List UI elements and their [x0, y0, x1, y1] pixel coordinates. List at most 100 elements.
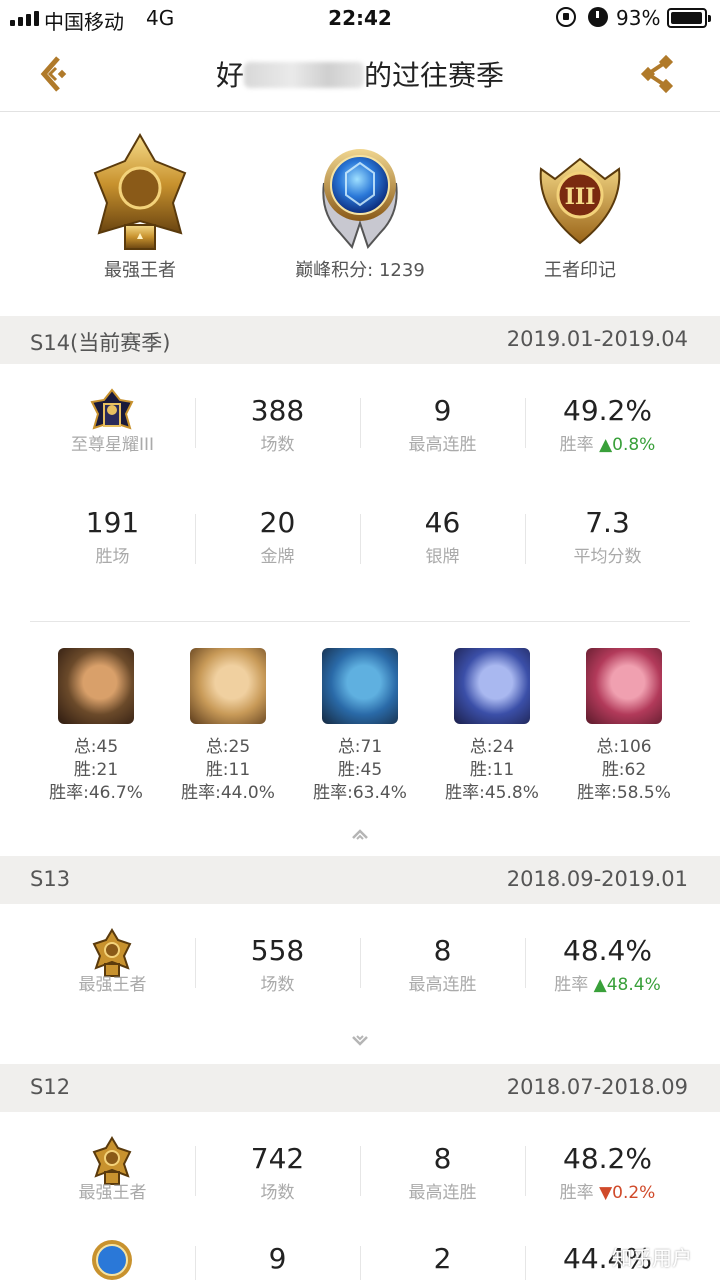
rank-cell: 最强王者 — [30, 928, 195, 1008]
hero-wins: 胜:21 — [73, 760, 119, 780]
share-button[interactable] — [636, 52, 680, 96]
streak-cell: 8 最高连胜 — [360, 1136, 525, 1216]
winrate-value: 48.4% — [563, 934, 652, 967]
season-range: 2019.01-2019.04 — [506, 327, 688, 351]
rank-label: 最强王者 — [78, 1183, 147, 1203]
streak-label: 最高连胜 — [408, 435, 477, 455]
winrate-label: 胜率 — [559, 1183, 594, 1203]
hero-portrait — [322, 648, 398, 724]
hero-wins: 胜:11 — [469, 760, 515, 780]
watermark: 知乎用户 — [612, 1246, 692, 1270]
s14-stats-row-1: 至尊星耀III 388 场数 9 最高连胜 49.2% 胜率 ▲0.8% — [30, 388, 690, 468]
title-suffix: 的过往赛季 — [364, 59, 505, 92]
battery-percent: 93% — [616, 6, 661, 30]
hero-winrate: 胜率:44.0% — [181, 783, 275, 803]
hero-winrate: 胜率:45.8% — [445, 783, 539, 803]
king-mark-badge-icon: III — [539, 157, 621, 245]
season-header-s12[interactable]: S12 2018.07-2018.09 — [0, 1064, 720, 1112]
games-cell: 388 场数 — [195, 388, 360, 468]
rank-label: 最强王者 — [78, 975, 147, 995]
collapse-chevron-icon[interactable] — [350, 828, 370, 840]
games-label: 场数 — [260, 975, 295, 995]
s12-stats-row-partial: 9 2 44.4% — [30, 1236, 690, 1280]
status-bar: 中国移动 4G 22:42 93% — [0, 0, 720, 36]
wins-cell: 191 胜场 — [30, 504, 195, 584]
season-header-s13[interactable]: S13 2018.09-2019.01 — [0, 856, 720, 904]
winrate-cell: 49.2% 胜率 ▲0.8% — [525, 388, 690, 468]
nav-bar: 好 的过往赛季 — [0, 36, 720, 112]
svg-text:III: III — [565, 184, 596, 210]
games-cell: 742 场数 — [195, 1136, 360, 1216]
hero-winrate: 胜率:46.7% — [49, 783, 143, 803]
games-value: 742 — [250, 1142, 305, 1175]
games-label: 场数 — [260, 435, 295, 455]
season-range: 2018.09-2019.01 — [506, 867, 688, 891]
strongest-king-badge-icon — [93, 133, 187, 250]
games-cell: 558 场数 — [195, 928, 360, 1008]
games-value: 558 — [250, 934, 305, 967]
games-cell: 9 — [195, 1236, 360, 1280]
rank-cell: 至尊星耀III — [30, 388, 195, 468]
section-divider — [30, 621, 690, 622]
rank-cell — [30, 1236, 195, 1280]
s13-stats-row: 最强王者 558 场数 8 最高连胜 48.4% 胜率 ▲48.4% — [30, 928, 690, 1008]
winrate-delta: ▲48.4% — [593, 975, 661, 995]
battery-icon — [667, 8, 711, 28]
avg-score-label: 平均分数 — [573, 547, 642, 567]
s14-stats-row-2: 191 胜场 20 金牌 46 银牌 7.3 平均分数 — [30, 504, 690, 584]
streak-cell: 9 最高连胜 — [360, 388, 525, 468]
season-name: S12 — [30, 1075, 71, 1099]
winrate-value: 48.2% — [563, 1142, 652, 1175]
title-prefix: 好 — [215, 59, 244, 92]
emblem-label: 巅峰积分: 1239 — [295, 260, 425, 281]
share-icon — [640, 54, 674, 94]
streak-label: 最高连胜 — [408, 1183, 477, 1203]
hero-portrait — [586, 648, 662, 724]
alarm-icon — [588, 7, 608, 27]
gold-value: 20 — [259, 506, 296, 539]
expand-chevron-icon[interactable] — [350, 1035, 370, 1047]
hero-wins: 胜:62 — [601, 760, 647, 780]
emblem-label: 王者印记 — [544, 260, 616, 281]
streak-value: 8 — [433, 1142, 452, 1175]
season-header-s14[interactable]: S14(当前赛季) 2019.01-2019.04 — [0, 316, 720, 364]
streak-value: 9 — [433, 394, 452, 427]
silver-cell: 46 银牌 — [360, 504, 525, 584]
hero-portrait — [190, 648, 266, 724]
streak-label: 最高连胜 — [408, 975, 477, 995]
winrate-value: 49.2% — [563, 394, 652, 427]
winrate-cell: 48.2% 胜率 ▼0.2% — [525, 1136, 690, 1216]
rotation-lock-icon — [556, 7, 576, 27]
s12-stats-row: 最强王者 742 场数 8 最高连胜 48.2% 胜率 ▼0.2% — [30, 1136, 690, 1216]
games-label: 场数 — [260, 1183, 295, 1203]
page-title: 好 的过往赛季 — [0, 54, 720, 94]
hero-wins: 胜:11 — [205, 760, 251, 780]
gold-label: 金牌 — [260, 547, 295, 567]
streak-cell: 2 — [360, 1236, 525, 1280]
hero-portrait — [58, 648, 134, 724]
rank-cell: 最强王者 — [30, 1136, 195, 1216]
winrate-caption: 胜率 ▼0.2% — [525, 1178, 690, 1203]
blurred-username — [244, 62, 364, 88]
streak-value: 2 — [433, 1242, 452, 1275]
emblem-label: 最强王者 — [104, 260, 176, 281]
rank-label: 至尊星耀III — [70, 435, 155, 455]
hero-total: 总:24 — [469, 737, 515, 757]
avg-score-cell: 7.3 平均分数 — [525, 504, 690, 584]
winrate-label: 胜率 — [554, 975, 589, 995]
peak-rank-icon — [92, 1240, 132, 1280]
wins-value: 191 — [85, 506, 140, 539]
winrate-caption: 胜率 ▲48.4% — [525, 970, 690, 995]
hero-winrate: 胜率:63.4% — [313, 783, 407, 803]
silver-value: 46 — [424, 506, 461, 539]
hero-total: 总:45 — [73, 737, 119, 757]
hero-winrate: 胜率:58.5% — [577, 783, 671, 803]
gold-cell: 20 金牌 — [195, 504, 360, 584]
hero-portrait — [454, 648, 530, 724]
season-summary: 最强王者 巅峰积分: 1239 III 王者印记 — [0, 113, 720, 315]
season-name: S14(当前赛季) — [30, 331, 171, 355]
silver-label: 银牌 — [425, 547, 460, 567]
winrate-cell: 48.4% 胜率 ▲48.4% — [525, 928, 690, 1008]
winrate-delta: ▼0.2% — [599, 1183, 656, 1203]
streak-value: 8 — [433, 934, 452, 967]
